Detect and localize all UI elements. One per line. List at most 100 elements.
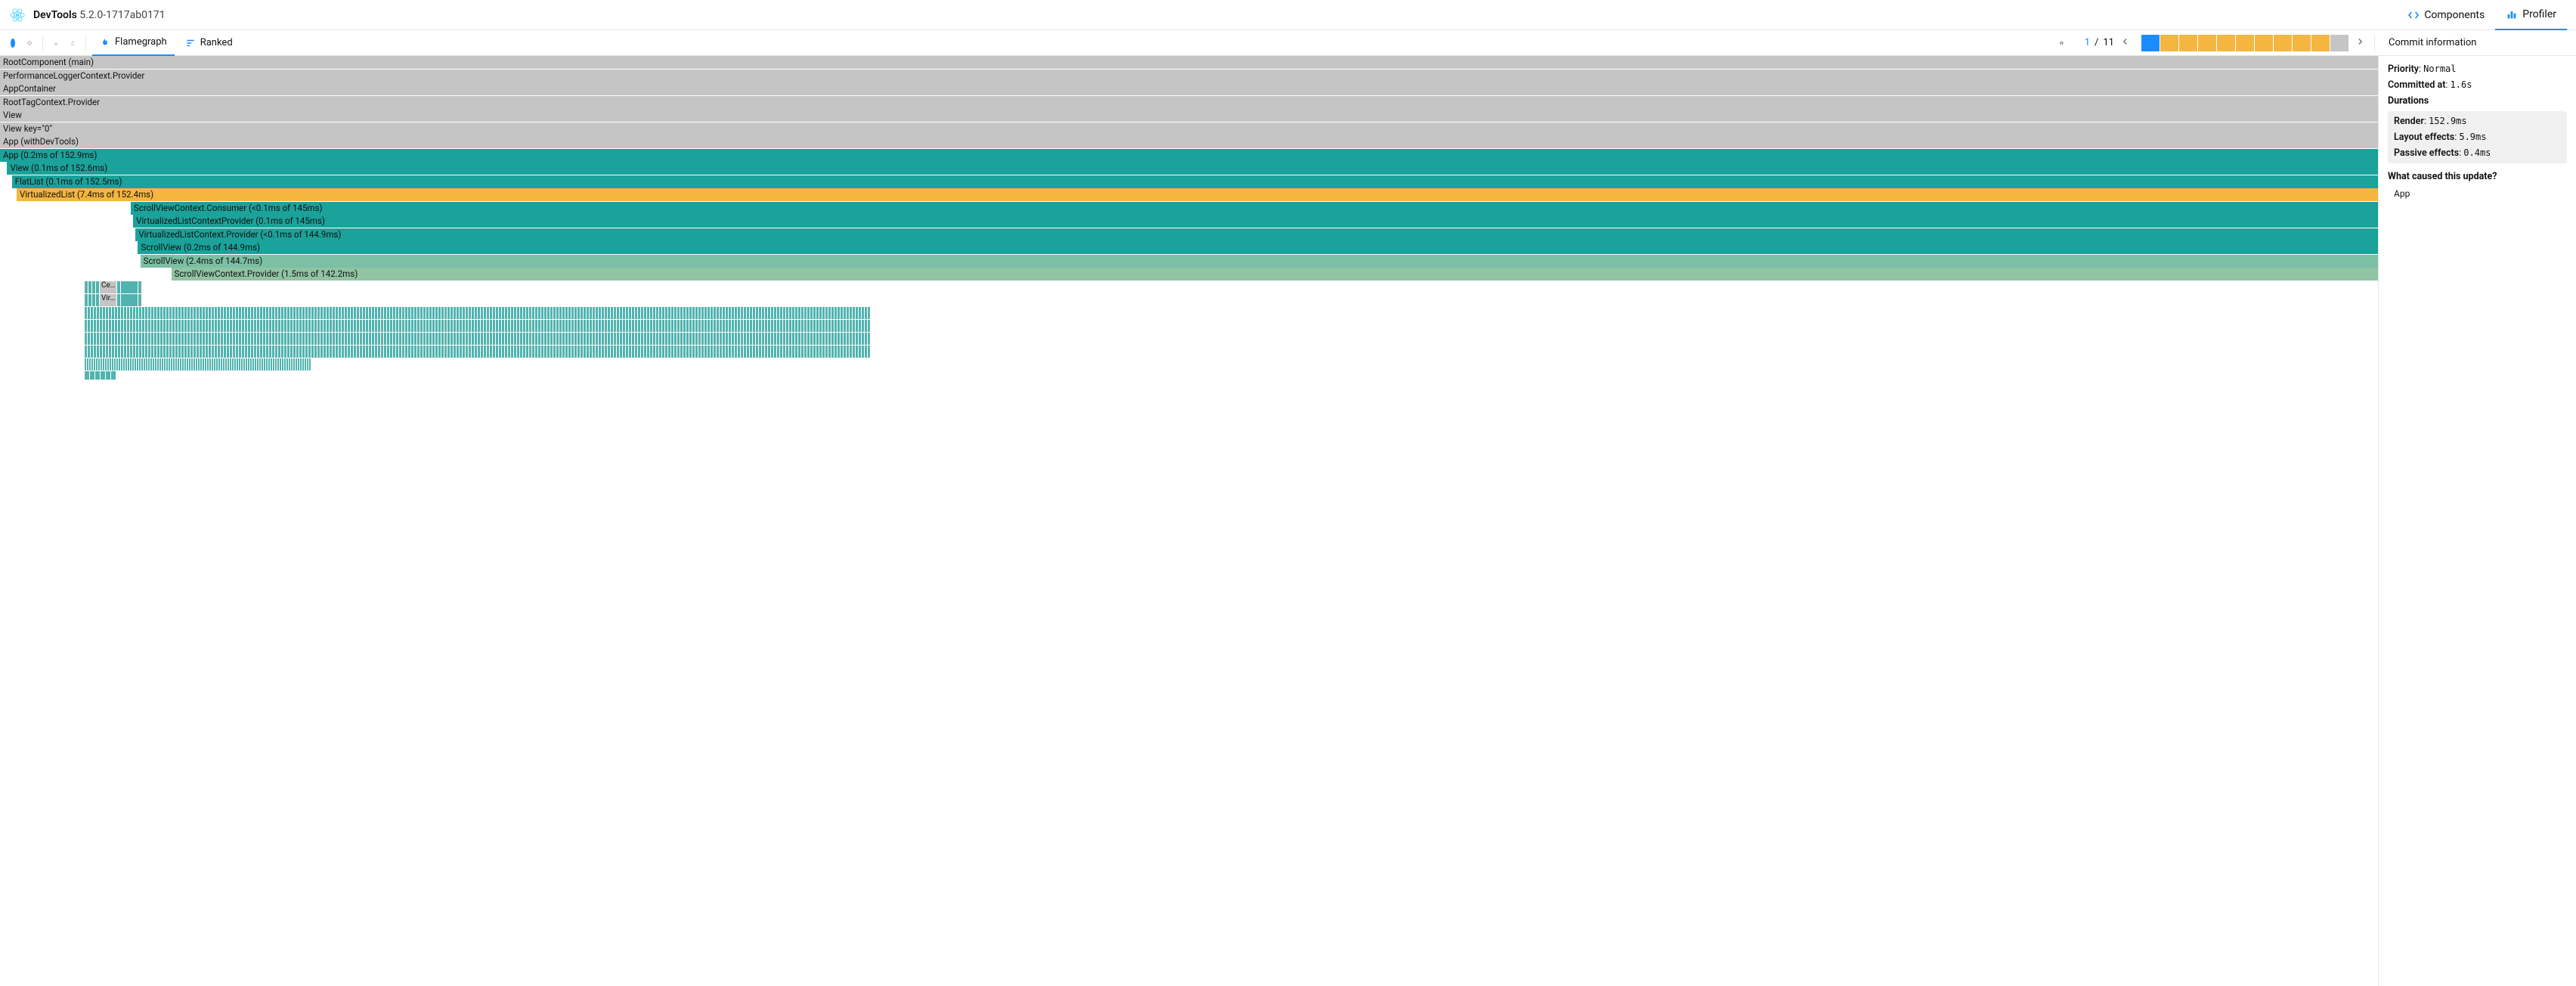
flame-cell[interactable] [414,333,416,345]
flame-cell[interactable] [511,307,513,319]
flame-cell[interactable] [148,358,150,371]
flame-cell[interactable] [203,333,205,345]
flame-cell[interactable] [559,333,562,345]
flame-cell[interactable] [765,346,767,358]
flame-cell[interactable] [526,320,528,332]
flame-cell[interactable] [423,333,426,345]
flame-row[interactable]: ScrollView (0.2ms of 144.9ms) [138,241,2378,254]
flame-cell[interactable] [475,333,477,345]
flame-cell[interactable] [290,320,293,332]
flame-cell[interactable] [463,333,465,345]
flame-cell[interactable] [856,333,858,345]
flame-cell[interactable] [450,346,453,358]
flame-cell[interactable] [408,320,410,332]
flame-cell[interactable] [828,346,831,358]
flame-cell[interactable] [514,307,516,319]
flame-cell[interactable] [695,333,698,345]
flame-cell[interactable] [608,346,610,358]
flame-cell[interactable] [293,346,296,358]
flame-cell[interactable] [227,346,229,358]
flame-cell[interactable] [508,320,510,332]
flame-cell[interactable] [810,320,813,332]
flame-cell[interactable] [239,320,241,332]
flame-cell[interactable] [529,333,531,345]
flame-cell[interactable] [366,320,368,332]
flame-cell[interactable] [529,307,531,319]
flame-cell[interactable] [118,333,120,345]
flame-cell[interactable] [296,307,299,319]
flame-cell[interactable] [544,307,546,319]
flame-cell[interactable] [599,346,601,358]
flame-cell[interactable] [608,320,610,332]
flame-cell[interactable] [194,358,195,371]
flame-cell[interactable] [732,307,734,319]
flame-cell[interactable] [460,346,462,358]
flame-cell[interactable] [305,320,308,332]
flame-cell[interactable] [532,346,534,358]
flame-cell[interactable] [735,346,737,358]
flame-cell[interactable] [302,307,305,319]
flame-cell[interactable] [444,346,447,358]
flame-cell[interactable] [100,346,102,358]
flame-cell[interactable] [100,333,102,345]
flame-cell[interactable] [236,307,238,319]
flame-cell[interactable] [801,346,803,358]
flame-cell[interactable] [777,333,779,345]
flame-cell[interactable] [641,333,643,345]
flame-cell[interactable] [562,307,565,319]
flame-cell[interactable] [481,320,483,332]
flame-cell[interactable] [671,346,673,358]
flame-cell[interactable] [260,346,262,358]
flame-cell[interactable] [717,346,719,358]
flame-cell[interactable] [517,320,519,332]
flame-cell[interactable] [212,307,214,319]
flame-cell[interactable] [520,307,522,319]
flame-cell[interactable] [275,333,277,345]
flame-cell[interactable] [665,307,667,319]
flame-cell[interactable] [245,333,247,345]
flame-cell[interactable] [133,346,135,358]
flame-cell[interactable] [435,333,438,345]
flame-cell[interactable] [828,333,831,345]
flame-cell[interactable] [847,320,849,332]
flame-cell[interactable] [741,307,743,319]
flame-cell[interactable] [786,320,788,332]
flame-cell[interactable] [157,307,159,319]
flame-cell[interactable] [85,281,88,293]
flame-cell[interactable] [169,346,172,358]
flame-cell[interactable] [336,307,338,319]
flame-cell[interactable] [293,307,296,319]
flame-cell[interactable] [212,320,214,332]
flame-cell[interactable] [218,333,220,345]
flame-cell[interactable] [472,320,474,332]
flame-cell[interactable] [714,346,716,358]
flame-cell[interactable] [91,307,93,319]
flame-cell[interactable] [252,358,254,371]
flame-cell[interactable] [574,346,577,358]
flame-cell[interactable] [237,358,238,371]
flame-cell[interactable] [230,346,232,358]
flame-cell[interactable] [384,333,386,345]
flame-cell[interactable] [157,333,159,345]
flame-cell[interactable] [118,320,120,332]
flame-cell[interactable] [209,358,211,371]
flame-row[interactable]: RootComponent (main) [0,56,2378,69]
flame-cell[interactable] [215,320,217,332]
flame-cell[interactable] [348,320,350,332]
flame-cell[interactable] [825,346,828,358]
flame-cell[interactable] [133,320,135,332]
flame-cell[interactable] [311,320,314,332]
flame-cell[interactable] [324,346,326,358]
flame-cell[interactable] [348,307,350,319]
flame-cell[interactable] [695,307,698,319]
flame-cell[interactable] [783,333,785,345]
flame-cell[interactable] [529,320,531,332]
flame-cell[interactable] [620,307,622,319]
flame-cell[interactable] [447,333,450,345]
flame-cell[interactable] [330,333,332,345]
flame-cell[interactable] [810,346,813,358]
flame-cell[interactable] [98,358,100,371]
flame-cell[interactable] [789,346,791,358]
flame-cell[interactable] [381,307,383,319]
flame-cell[interactable] [227,320,229,332]
